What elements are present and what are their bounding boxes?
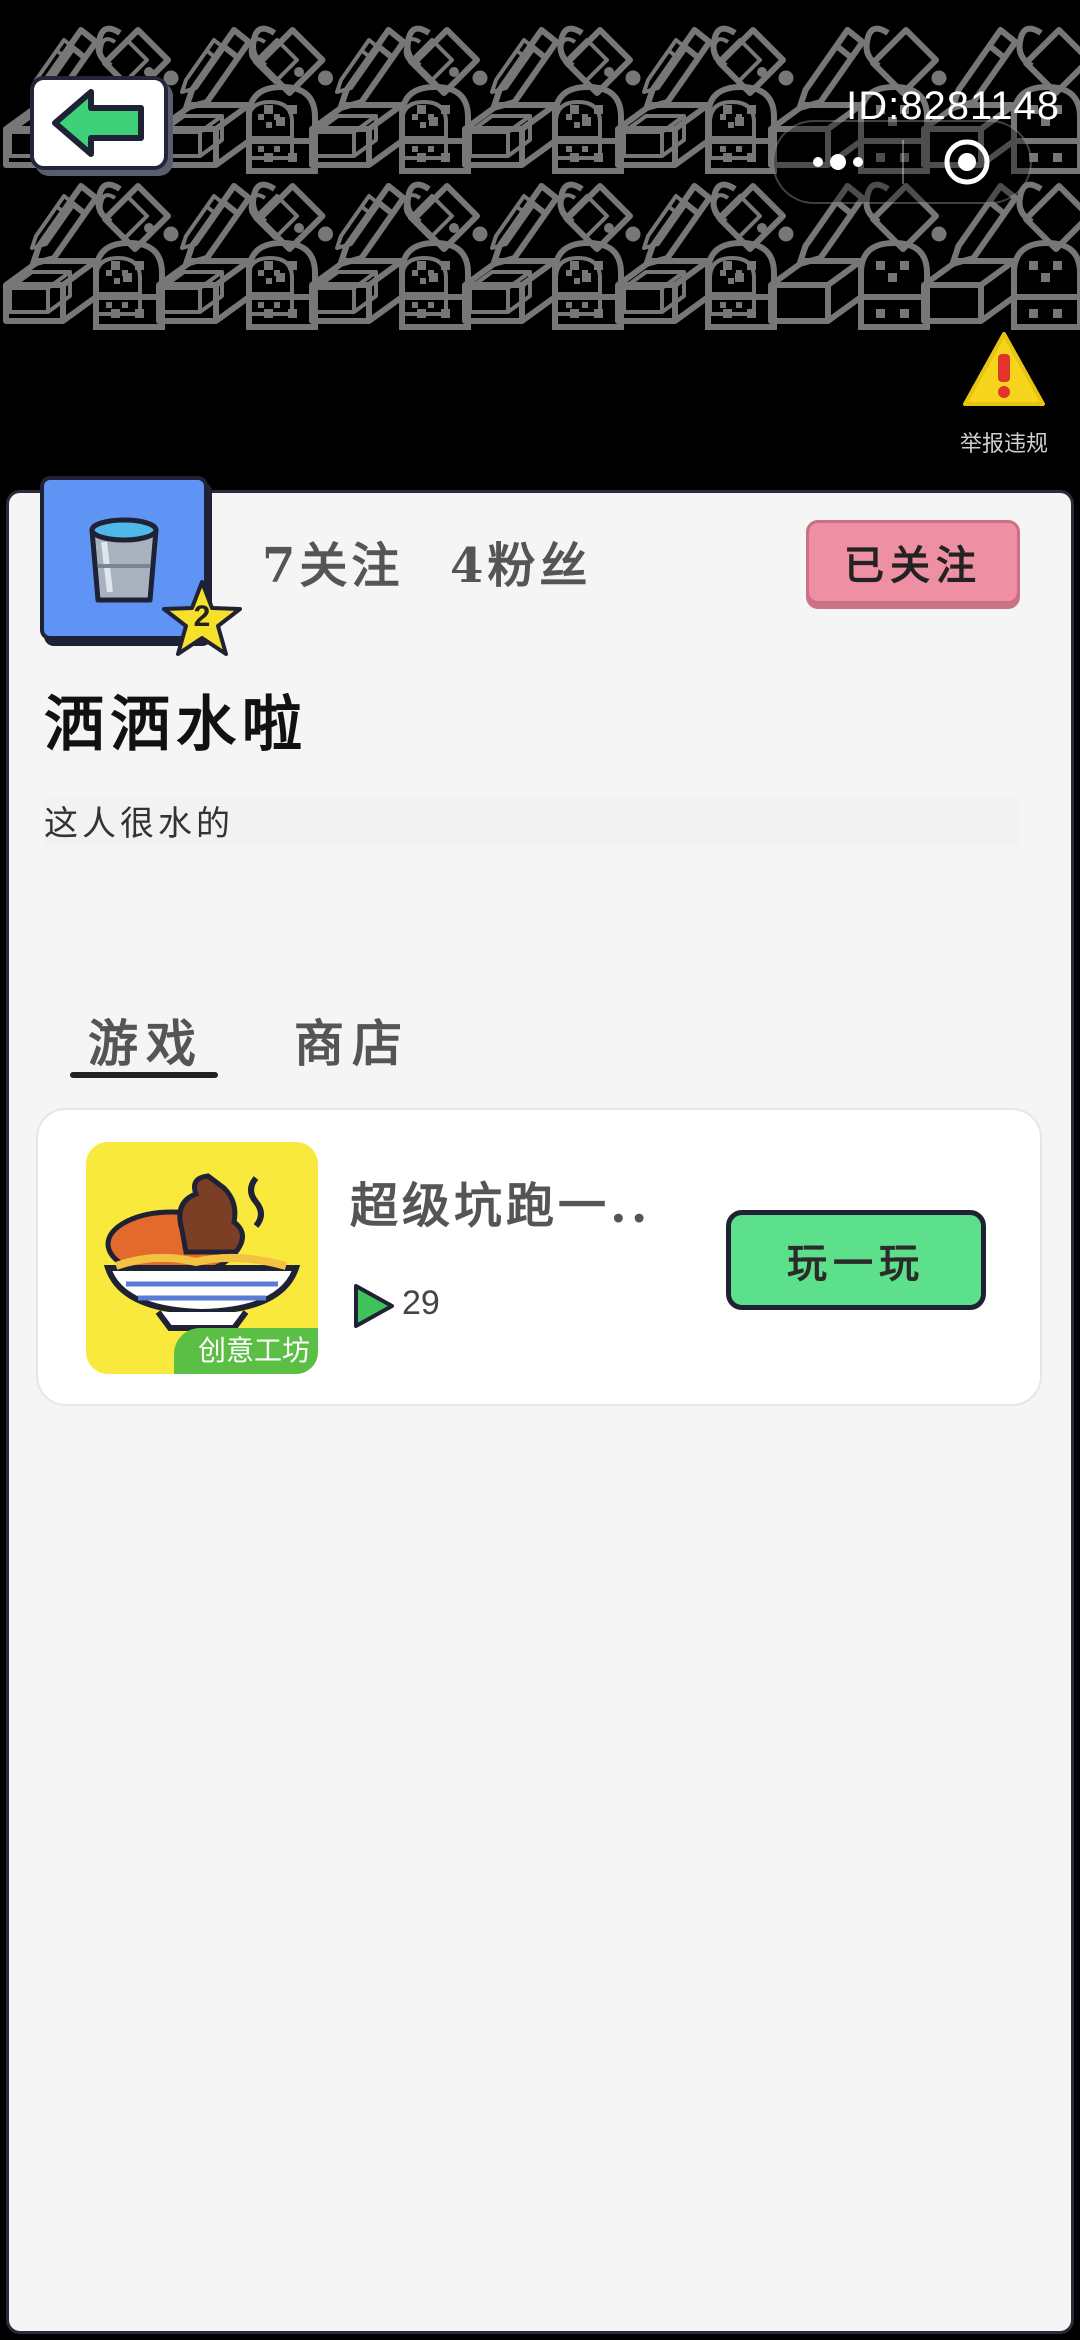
followers-count[interactable]: 4粉丝 <box>450 526 591 596</box>
play-triangle-icon <box>354 1284 394 1328</box>
warning-icon <box>963 332 1045 406</box>
report-button[interactable]: 举报违规 <box>944 330 1064 460</box>
tab-games[interactable]: 游戏 <box>88 1004 204 1076</box>
play-button[interactable]: 玩一玩 <box>726 1210 986 1310</box>
header-pattern <box>0 0 1080 500</box>
game-title: 超级坑跑一.. <box>350 1178 652 1234</box>
username: 洒洒水啦 <box>44 690 308 760</box>
report-label: 举报违规 <box>959 432 1048 457</box>
close-button[interactable] <box>904 122 1030 202</box>
back-button[interactable] <box>30 76 168 170</box>
level-badge: 2 <box>160 578 244 658</box>
more-button[interactable] <box>774 122 902 202</box>
active-tab-indicator <box>70 1072 218 1078</box>
game-thumbnail[interactable]: 创意工坊 <box>86 1142 318 1374</box>
profile-header: ID:8281148 举报违规 <box>0 0 1080 500</box>
follow-button[interactable]: 已关注 <box>806 520 1020 604</box>
level-number: 2 <box>193 600 211 633</box>
game-badge: 创意工坊 <box>173 1328 318 1374</box>
user-bio: 这人很水的 <box>44 796 1020 846</box>
tab-store[interactable]: 商店 <box>294 1004 410 1076</box>
back-arrow-icon <box>52 89 144 157</box>
close-target-icon <box>944 139 990 185</box>
more-dots-icon <box>813 154 863 170</box>
miniprogram-capsule <box>772 120 1032 204</box>
profile-card <box>6 490 1074 2334</box>
play-count: 29 <box>402 1284 440 1322</box>
following-count[interactable]: 7关注 <box>262 526 403 596</box>
